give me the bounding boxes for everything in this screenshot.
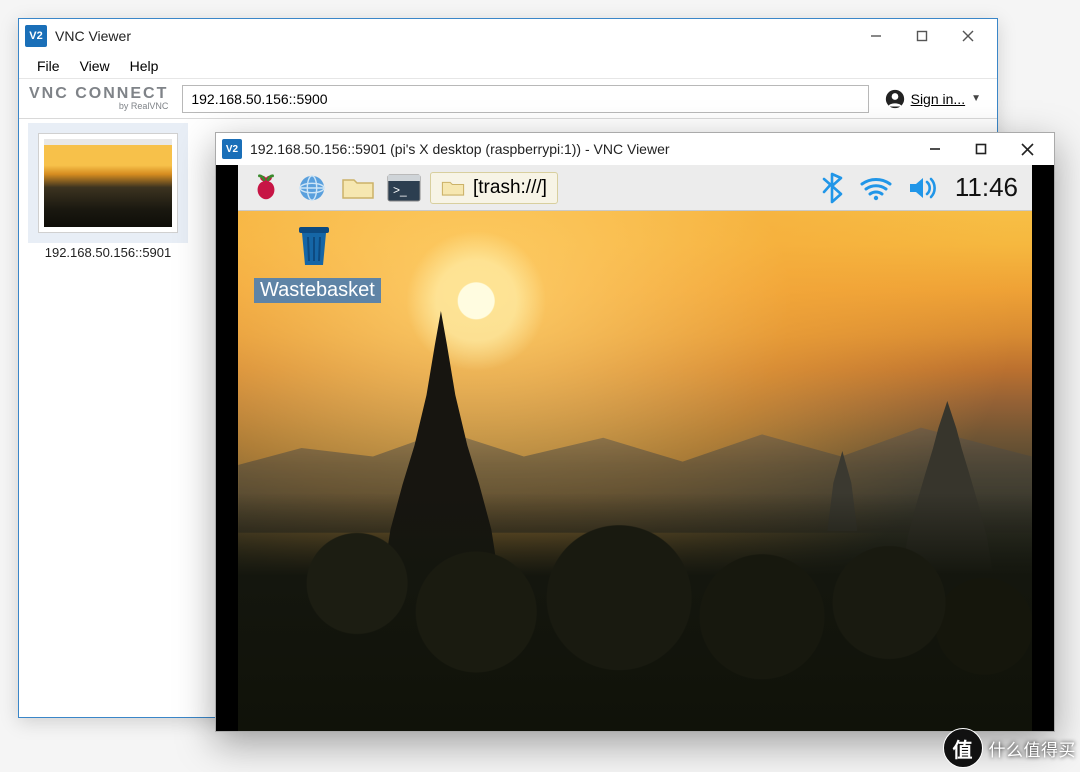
front-titlebar: V2 192.168.50.156::5901 (pi's X desktop …: [216, 133, 1054, 165]
maximize-icon: [975, 143, 987, 155]
brand-line2: by RealVNC: [29, 102, 168, 111]
address-bar[interactable]: [182, 85, 868, 113]
thumbnail-caption: 192.168.50.156::5901: [33, 245, 183, 260]
speaker-icon: [907, 174, 939, 202]
back-maximize-button[interactable]: [899, 20, 945, 52]
front-window-title: 192.168.50.156::5901 (pi's X desktop (ra…: [250, 141, 912, 157]
menu-view[interactable]: View: [70, 56, 120, 76]
sign-in-button[interactable]: Sign in... ▼: [879, 85, 987, 113]
svg-text:>_: >_: [393, 183, 407, 197]
terminal-button[interactable]: >_: [384, 170, 424, 206]
brand-line1: vnc connect: [29, 86, 168, 102]
avatar-icon: [885, 89, 905, 109]
watermark-text: 什么值得买: [989, 736, 1077, 761]
back-titlebar: V2 VNC Viewer: [19, 19, 997, 53]
silhouette: [238, 493, 1032, 731]
vnc-app-icon: V2: [222, 139, 242, 159]
toolbar: vnc connect by RealVNC Sign in... ▼: [19, 79, 997, 119]
trash-icon: [293, 221, 335, 269]
taskbar-window-trash[interactable]: [trash:///]: [430, 172, 558, 204]
web-browser-button[interactable]: [292, 170, 332, 206]
taskbar-clock[interactable]: 11:46: [953, 172, 1024, 203]
watermark-badge: 值: [943, 728, 983, 768]
menubar: File View Help: [19, 53, 997, 79]
brand-logo: vnc connect by RealVNC: [29, 86, 168, 111]
globe-icon: [297, 173, 327, 203]
menu-file[interactable]: File: [27, 56, 70, 76]
vnc-session-window: V2 192.168.50.156::5901 (pi's X desktop …: [215, 132, 1055, 732]
taskbar-window-label: [trash:///]: [473, 177, 547, 199]
pi-menu-button[interactable]: [246, 170, 286, 206]
chevron-down-icon: ▼: [971, 93, 981, 104]
close-icon: [1021, 143, 1034, 156]
desktop-wastebasket[interactable]: Wastebasket: [254, 221, 374, 303]
wifi-icon: [859, 175, 893, 201]
thumbnail-preview: [38, 133, 178, 233]
raspberry-pi-desktop: >_ [trash:///]: [238, 165, 1032, 731]
back-minimize-button[interactable]: [853, 20, 899, 52]
watermark: 值 什么值得买: [943, 728, 1077, 768]
volume-button[interactable]: [907, 174, 939, 202]
remote-desktop-view[interactable]: >_ [trash:///]: [216, 165, 1054, 731]
connection-thumbnail[interactable]: 192.168.50.156::5901: [33, 133, 183, 260]
folder-icon: [441, 178, 465, 198]
back-close-button[interactable]: [945, 20, 991, 52]
vnc-app-icon: V2: [25, 25, 47, 47]
bluetooth-icon: [821, 172, 845, 204]
front-minimize-button[interactable]: [912, 134, 958, 164]
file-manager-button[interactable]: [338, 170, 378, 206]
terminal-icon: >_: [387, 174, 421, 202]
wifi-button[interactable]: [859, 175, 893, 201]
minimize-icon: [870, 30, 882, 42]
menu-help[interactable]: Help: [120, 56, 169, 76]
sign-in-label: Sign in...: [911, 91, 965, 107]
raspberry-icon: [251, 173, 281, 203]
back-window-title: VNC Viewer: [55, 28, 853, 44]
pi-taskbar: >_ [trash:///]: [238, 165, 1032, 211]
bluetooth-button[interactable]: [821, 172, 845, 204]
desktop-icon-label: Wastebasket: [254, 278, 381, 303]
system-tray: 11:46: [821, 172, 1024, 204]
minimize-icon: [929, 143, 941, 155]
front-close-button[interactable]: [1004, 134, 1050, 164]
close-icon: [962, 30, 974, 42]
front-maximize-button[interactable]: [958, 134, 1004, 164]
maximize-icon: [916, 30, 928, 42]
folder-icon: [341, 174, 375, 202]
